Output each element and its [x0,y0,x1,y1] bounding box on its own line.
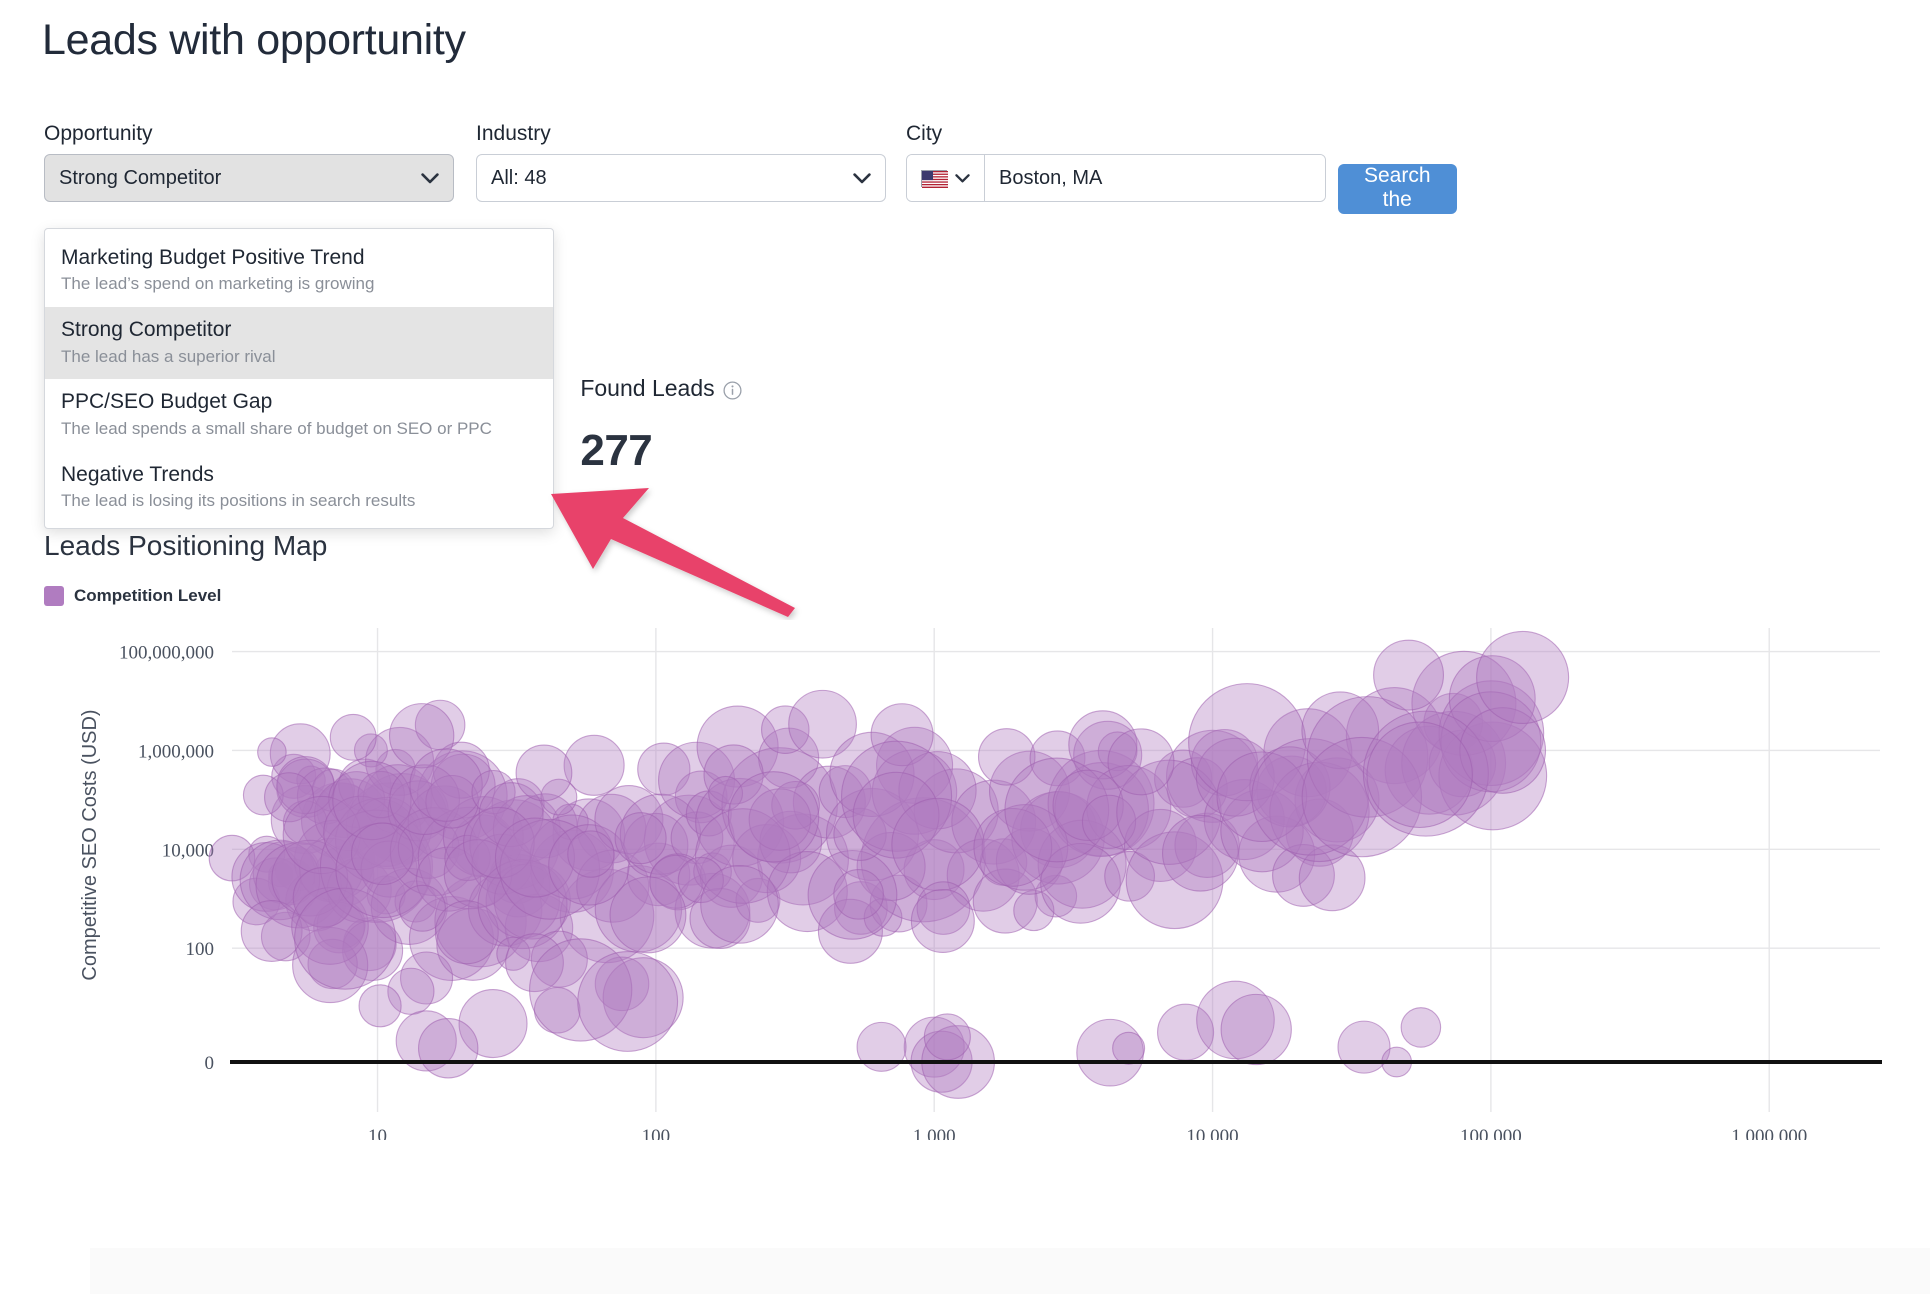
opportunity-filter: Opportunity Strong Competitor [44,122,454,202]
country-select[interactable] [907,155,985,201]
chevron-down-icon [853,172,871,184]
svg-text:100,000: 100,000 [1460,1126,1522,1140]
svg-text:1,000,000: 1,000,000 [138,741,214,762]
svg-text:10,000: 10,000 [162,840,214,861]
industry-filter: Industry All: 48 [476,122,886,202]
legend-swatch-competition-level [44,586,64,606]
us-flag-icon [921,169,948,188]
dropdown-item-title: Negative Trends [61,462,214,486]
search-the-leads-button[interactable]: Search the leads [1338,164,1457,235]
stat-found-leads-head: Found Leads [580,375,742,402]
dropdown-item[interactable]: PPC/SEO Budget Gap The lead spends a sma… [45,379,553,451]
opportunity-label: Opportunity [44,122,153,145]
dropdown-item-desc: The lead spends a small share of budget … [61,418,492,438]
stat-found-leads-value: 277 [580,426,653,475]
chart-title: Leads Positioning Map [44,530,328,561]
dropdown-item-desc: The lead is losing its positions in sear… [61,491,416,510]
city-input[interactable] [985,155,1325,201]
city-filter: City [906,122,1326,202]
svg-text:Competitive SEO Costs (USD): Competitive SEO Costs (USD) [79,709,101,980]
chevron-down-icon [955,173,970,183]
dropdown-item-title: PPC/SEO Budget Gap [61,390,273,414]
city-label: City [906,122,943,145]
leads-positioning-map[interactable]: 100,000,000 1,000,000 10,000 100 0 10 100 1,000… [0,620,1930,1140]
svg-text:0: 0 [205,1053,215,1074]
dropdown-item-title: Marketing Budget Positive Trend [61,246,365,269]
svg-text:1,000,000: 1,000,000 [1731,1126,1807,1140]
bubble-scatter-plot: 100,000,000 1,000,000 10,000 100 0 10 100 1,000… [79,628,1882,1140]
industry-select[interactable]: All: 48 [476,154,886,202]
info-icon[interactable] [723,379,742,400]
dropdown-item[interactable]: Marketing Budget Positive Trend The lead… [45,235,553,307]
dropdown-item-selected[interactable]: Strong Competitor The lead has a superio… [45,307,553,380]
industry-value: All: 48 [491,166,547,189]
opportunity-dropdown-menu[interactable]: Marketing Budget Positive Trend The lead… [44,228,554,529]
stat-found-leads: Found Leads 277 [527,375,795,476]
svg-text:100: 100 [186,939,215,960]
page-title: Leads with opportunity [42,16,466,64]
dropdown-item-title: Strong Competitor [61,318,232,342]
legend-label-competition-level: Competition Level [74,586,222,605]
city-combo [906,154,1326,202]
stat-found-leads-label: Found Leads [580,375,715,401]
opportunity-select[interactable]: Strong Competitor [44,154,454,202]
svg-text:1,000: 1,000 [913,1126,956,1140]
page-bottom-band [90,1248,1930,1294]
dropdown-item-desc: The lead has a superior rival [61,346,276,366]
chevron-down-icon [421,172,439,184]
dropdown-item-desc: The lead’s spend on marketing is growing [61,274,375,294]
opportunity-value: Strong Competitor [59,166,222,189]
svg-text:10: 10 [368,1126,387,1140]
svg-text:10,000: 10,000 [1186,1126,1238,1140]
svg-text:100: 100 [642,1126,671,1140]
dropdown-item[interactable]: Negative Trends The lead is losing its p… [45,452,553,524]
search-action: Search the leads [1338,164,1457,235]
industry-label: Industry [476,122,551,145]
arrow-pointer-icon [545,480,805,625]
svg-text:100,000,000: 100,000,000 [119,643,214,664]
chart-legend: Competition Level [44,586,221,606]
